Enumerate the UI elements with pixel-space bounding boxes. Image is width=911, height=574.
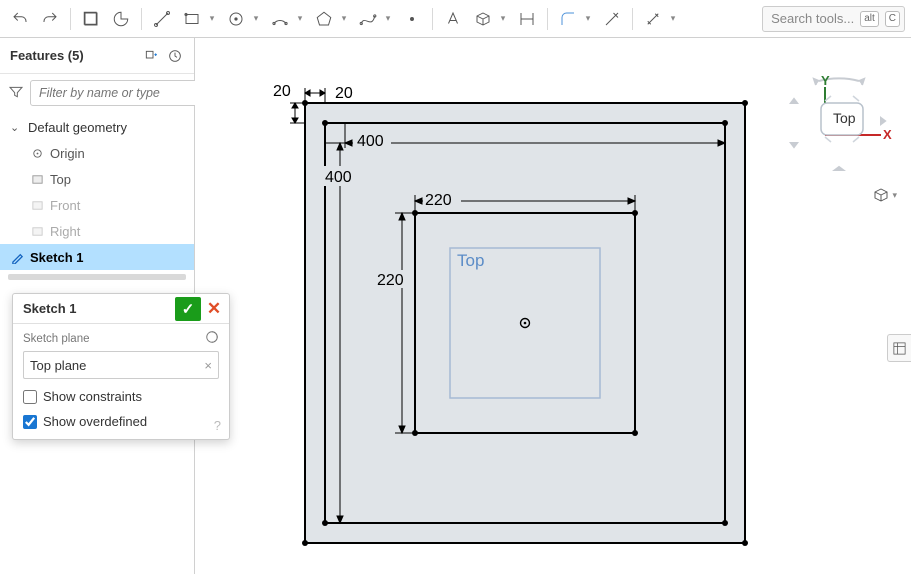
- dim-label: 220: [425, 192, 452, 209]
- display-style-button[interactable]: ▾: [872, 186, 897, 204]
- line-tool-icon[interactable]: [148, 5, 176, 33]
- kbd-hint: alt: [860, 11, 879, 27]
- tree-label: Default geometry: [28, 120, 127, 135]
- chevron-down-icon[interactable]: ▾: [669, 13, 677, 24]
- dialog-title: Sketch 1: [23, 301, 76, 316]
- origin-icon: [30, 146, 44, 160]
- tree-label: Sketch 1: [30, 250, 83, 265]
- plane-label: Sketch plane: [23, 333, 90, 345]
- chevron-down-icon[interactable]: ▾: [384, 13, 392, 24]
- show-overdefined-checkbox[interactable]: Show overdefined: [23, 414, 219, 429]
- tree-item-top[interactable]: Top: [0, 166, 194, 192]
- redo-button[interactable]: [36, 5, 64, 33]
- pacman-tool-icon[interactable]: [107, 5, 135, 33]
- undo-button[interactable]: [6, 5, 34, 33]
- trim-tool-icon[interactable]: [598, 5, 626, 33]
- tree-item-front[interactable]: Front: [0, 192, 194, 218]
- dimension-tool-icon[interactable]: [513, 5, 541, 33]
- right-dock-button[interactable]: [887, 334, 911, 362]
- kbd-hint: C: [885, 11, 900, 27]
- tree-item-sketch1[interactable]: Sketch 1: [0, 244, 194, 270]
- fillet-tool-icon[interactable]: [554, 5, 582, 33]
- rollback-bar[interactable]: [8, 274, 186, 280]
- filter-input[interactable]: [30, 80, 211, 106]
- constraint-tool-icon[interactable]: [639, 5, 667, 33]
- sketch-plane-input[interactable]: Top plane ×: [23, 351, 219, 379]
- confirm-button[interactable]: ✓: [175, 297, 201, 321]
- plane-icon: [30, 224, 44, 238]
- add-feature-icon[interactable]: [142, 47, 160, 65]
- dim-label: 20: [335, 85, 353, 102]
- point-tool-icon[interactable]: [398, 5, 426, 33]
- spline-tool-icon[interactable]: [354, 5, 382, 33]
- clear-icon[interactable]: ×: [204, 358, 212, 373]
- chevron-down-icon[interactable]: ▾: [584, 13, 592, 24]
- chevron-down-icon[interactable]: ▾: [340, 13, 348, 24]
- rollback-icon[interactable]: [166, 47, 184, 65]
- tree-item-origin[interactable]: Origin: [0, 140, 194, 166]
- sketch-properties-dialog: Sketch 1 ✓ ✕ Sketch plane Top plane × Sh…: [12, 293, 230, 440]
- cancel-button[interactable]: ✕: [203, 297, 225, 321]
- circle-tool-icon[interactable]: [222, 5, 250, 33]
- chevron-down-icon: ⌄: [10, 121, 22, 134]
- show-constraints-checkbox[interactable]: Show constraints: [23, 389, 219, 404]
- dim-label: 20: [273, 83, 291, 100]
- pencil-icon: [10, 250, 24, 264]
- tree-item-right[interactable]: Right: [0, 218, 194, 244]
- chevron-down-icon[interactable]: ▾: [296, 13, 304, 24]
- tree-label: Top: [50, 172, 71, 187]
- checkbox-input[interactable]: [23, 390, 37, 404]
- search-tools-input[interactable]: Search tools... alt C: [762, 6, 905, 32]
- tree-group-default-geometry[interactable]: ⌄ Default geometry: [0, 114, 194, 140]
- filter-icon[interactable]: [8, 84, 24, 102]
- plane-mode-icon[interactable]: [205, 330, 219, 347]
- text-tool-icon[interactable]: [439, 5, 467, 33]
- help-icon[interactable]: ?: [214, 418, 221, 433]
- chevron-down-icon: ▾: [892, 190, 897, 201]
- chevron-down-icon[interactable]: ▾: [208, 13, 216, 24]
- tree-label: Origin: [50, 146, 85, 161]
- dim-label: 400: [325, 169, 352, 186]
- checkbox-label: Show overdefined: [43, 414, 147, 429]
- search-placeholder: Search tools...: [771, 11, 854, 26]
- chevron-down-icon[interactable]: ▾: [252, 13, 260, 24]
- dim-label: 400: [357, 133, 384, 150]
- arc-tool-icon[interactable]: [266, 5, 294, 33]
- dim-label: 220: [377, 272, 404, 289]
- checkbox-label: Show constraints: [43, 389, 142, 404]
- sketch-canvas[interactable]: Top 20 20: [195, 38, 911, 574]
- rectangle-tool-icon[interactable]: [178, 5, 206, 33]
- tree-label: Right: [50, 224, 80, 239]
- plane-label: Top: [457, 251, 484, 270]
- sketch-drawing: Top 20 20: [195, 38, 911, 574]
- plane-icon: [30, 198, 44, 212]
- polygon-tool-icon[interactable]: [310, 5, 338, 33]
- feature-tree: ⌄ Default geometry Origin Top Front Righ…: [0, 112, 194, 286]
- sketch-tool-icon[interactable]: [77, 5, 105, 33]
- main-toolbar: ▾ ▾ ▾ ▾ ▾ ▾ ▾ ▾ Search tools... alt C: [0, 0, 911, 38]
- features-title: Features (5): [10, 48, 84, 63]
- checkbox-input[interactable]: [23, 415, 37, 429]
- filter-row: [0, 74, 194, 112]
- plane-icon: [30, 172, 44, 186]
- features-header: Features (5): [0, 38, 194, 74]
- cube-tool-icon[interactable]: [469, 5, 497, 33]
- plane-value: Top plane: [30, 358, 86, 373]
- tree-label: Front: [50, 198, 80, 213]
- chevron-down-icon[interactable]: ▾: [499, 13, 507, 24]
